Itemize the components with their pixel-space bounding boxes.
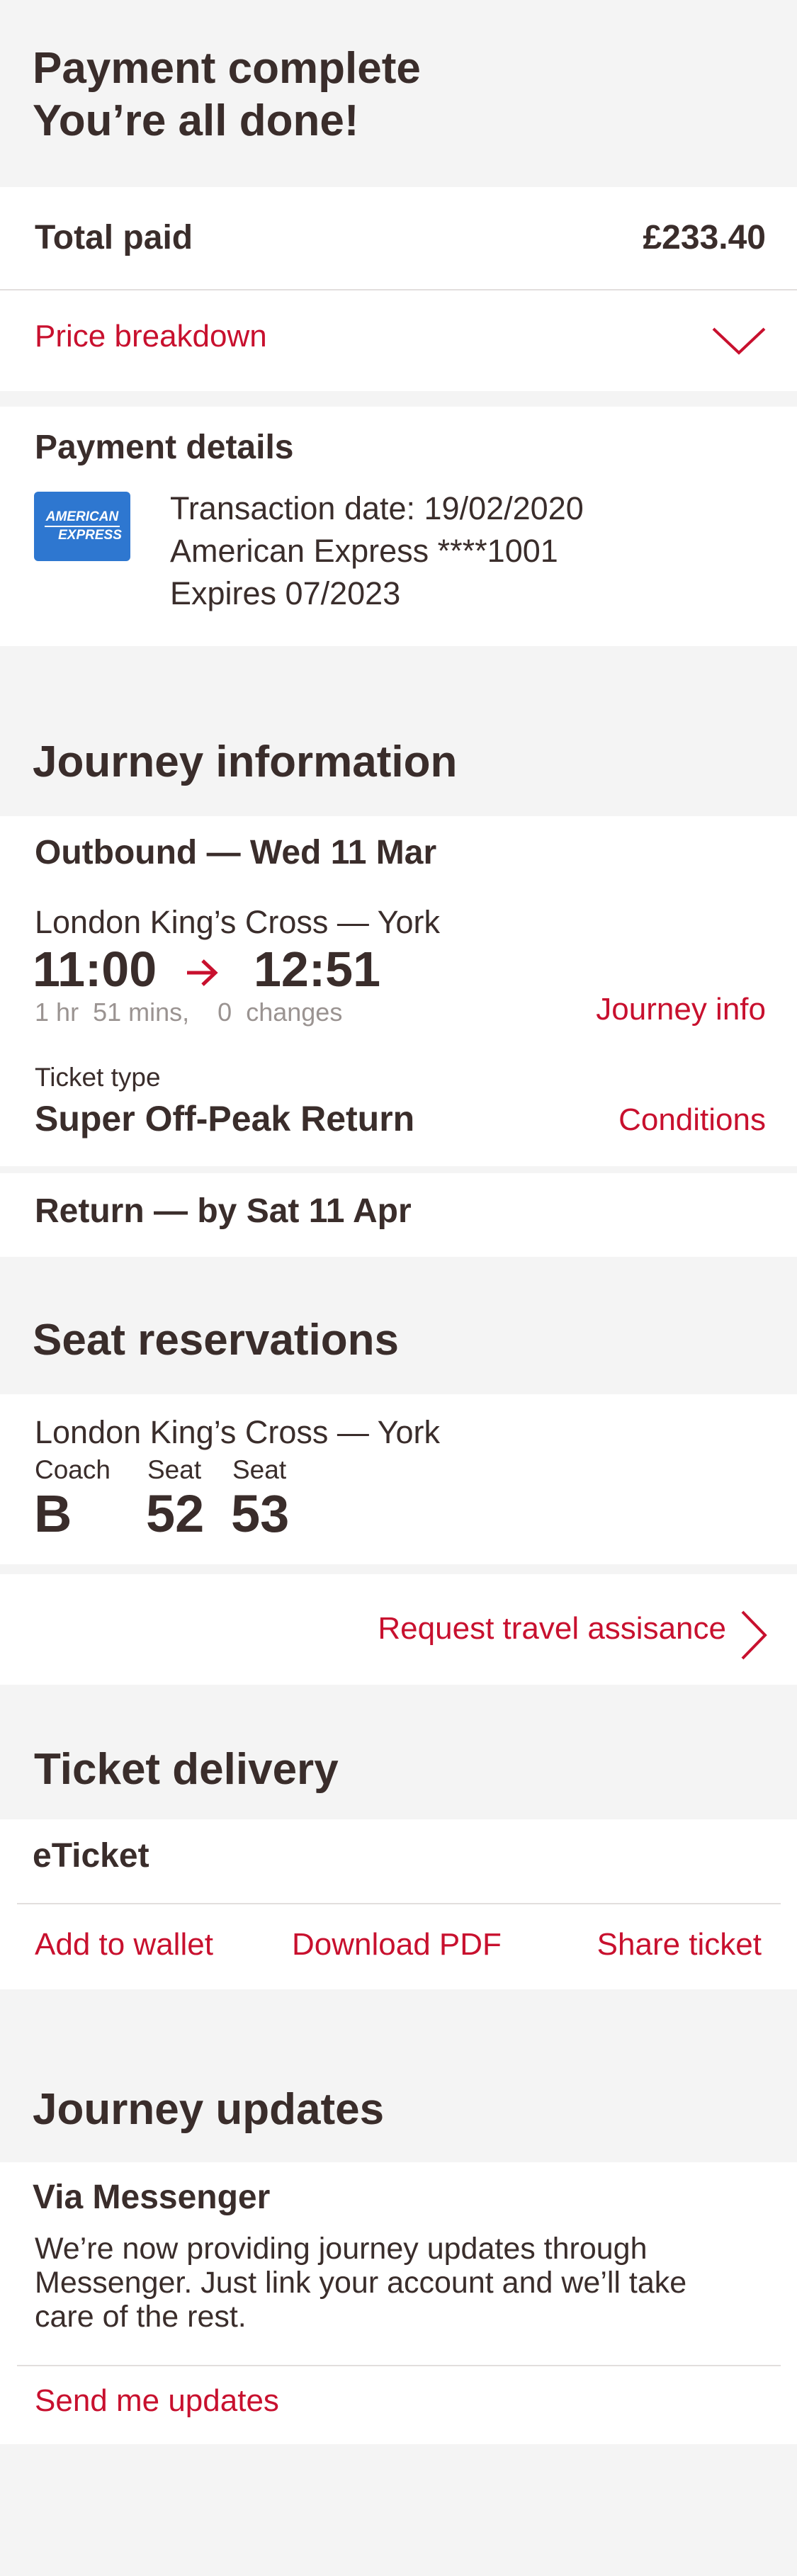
- journey-updates-title: Journey updates: [33, 2085, 385, 2134]
- seat2-value: 53: [231, 1484, 290, 1543]
- ticket-type: Super Off-Peak Return: [35, 1099, 415, 1139]
- journey-info-link[interactable]: Journey info: [596, 992, 766, 1027]
- page-header: Payment complete You’re all done!: [33, 43, 741, 148]
- travel-assistance-link: Request travel assisance: [378, 1611, 726, 1646]
- ticket-delivery-title: Ticket delivery: [34, 1745, 339, 1794]
- share-ticket-button[interactable]: Share ticket: [597, 1927, 762, 1962]
- updates-description-line2: Messenger. Just link your account and we…: [35, 2266, 687, 2300]
- amex-logo: AMERICAN EXPRESS: [34, 492, 130, 561]
- card-number: American Express ****1001: [170, 533, 558, 569]
- transaction-date: Transaction date: 19/02/2020: [170, 490, 584, 526]
- send-me-updates-link[interactable]: Send me updates: [35, 2383, 279, 2419]
- add-to-wallet-button[interactable]: Add to wallet: [35, 1927, 213, 1962]
- arrival-time: 12:51: [254, 942, 381, 997]
- eticket-label: eTicket: [33, 1837, 149, 1875]
- header-title-line2: You’re all done!: [33, 96, 359, 146]
- journey-info-title: Journey information: [33, 738, 458, 786]
- via-messenger-title: Via Messenger: [33, 2179, 271, 2216]
- ticket-delivery-card: eTicket Add to wallet Download PDF Share…: [0, 1819, 797, 1989]
- total-card: Total paid £233.40 Price breakdown: [0, 187, 797, 391]
- header-title-line1: Payment complete: [33, 44, 421, 93]
- arrow-right-icon: [187, 959, 218, 986]
- seat2-label: Seat: [232, 1455, 287, 1484]
- amex-logo-line1: AMERICAN: [44, 509, 120, 527]
- seat-reservations-title: Seat reservations: [33, 1316, 399, 1365]
- chevron-right-icon: [741, 1610, 767, 1660]
- coach-label: Coach: [35, 1455, 111, 1484]
- seat-route: London King’s Cross — York: [35, 1414, 441, 1450]
- journey-updates-card: Via Messenger We’re now providing journe…: [0, 2162, 797, 2444]
- coach-value: B: [34, 1484, 72, 1543]
- total-paid-amount: £233.40: [643, 219, 766, 256]
- chevron-down-icon: [712, 327, 766, 355]
- outbound-route: London King’s Cross — York: [35, 904, 441, 940]
- ticket-type-label: Ticket type: [35, 1063, 161, 1092]
- travel-assistance-row[interactable]: Request travel assisance: [0, 1574, 797, 1685]
- divider: [17, 2365, 781, 2366]
- download-pdf-button[interactable]: Download PDF: [292, 1927, 502, 1962]
- outbound-card: Outbound — Wed 11 Mar London King’s Cros…: [0, 816, 797, 1166]
- conditions-link[interactable]: Conditions: [618, 1102, 766, 1138]
- price-breakdown-toggle[interactable]: Price breakdown: [0, 290, 797, 390]
- seat1-label: Seat: [147, 1455, 202, 1484]
- changes-label: changes: [246, 998, 343, 1027]
- duration-mins: 51: [93, 998, 122, 1027]
- updates-description-line1: We’re now providing journey updates thro…: [35, 2232, 648, 2266]
- price-breakdown-label: Price breakdown: [35, 319, 267, 354]
- duration-hours: 1: [35, 998, 50, 1027]
- departure-time: 11:00: [33, 942, 157, 997]
- card-expiry: Expires 07/2023: [170, 575, 401, 611]
- duration-hours-label: hr: [56, 998, 79, 1027]
- seat-card: London King’s Cross — York Coach B Seat …: [0, 1394, 797, 1564]
- return-card: Return — by Sat 11 Apr: [0, 1173, 797, 1257]
- outbound-title: Outbound — Wed 11 Mar: [35, 834, 437, 871]
- updates-description: We’re now providing journey updates thro…: [35, 2232, 686, 2334]
- total-paid-label: Total paid: [35, 219, 193, 256]
- seat1-value: 52: [146, 1484, 205, 1543]
- duration-mins-label: mins,: [128, 998, 190, 1027]
- journey-duration: 1 hr 51 mins, 0 changes: [35, 998, 342, 1027]
- payment-details-title: Payment details: [35, 429, 294, 466]
- payment-info: Transaction date: 19/02/2020 American Ex…: [170, 487, 584, 615]
- amex-logo-line2: EXPRESS: [58, 528, 122, 543]
- return-title: Return — by Sat 11 Apr: [35, 1192, 412, 1230]
- payment-details-card: Payment details AMERICAN EXPRESS Transac…: [0, 407, 797, 646]
- divider: [17, 1903, 781, 1904]
- updates-description-line3: care of the rest.: [35, 2300, 247, 2334]
- changes-count: 0: [217, 998, 232, 1027]
